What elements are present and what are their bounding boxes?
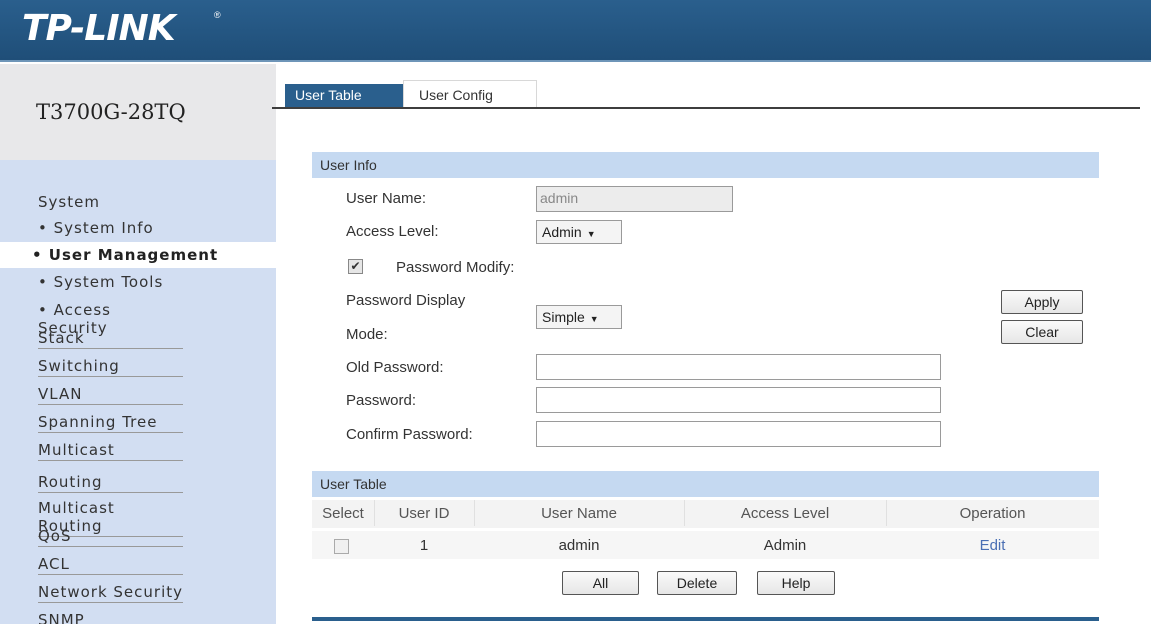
password-display-label-line1: Password Display xyxy=(346,292,466,309)
col-access-level: Access Level xyxy=(740,505,830,522)
user-info-header: User Info xyxy=(312,152,1099,178)
sidebar-item-routing[interactable]: Routing xyxy=(38,473,183,493)
dropdown-arrow-icon: ▼ xyxy=(586,229,596,239)
col-operation: Operation xyxy=(959,505,1026,522)
cell-user-id: 1 xyxy=(419,537,429,554)
col-user-id: User ID xyxy=(398,505,450,522)
dropdown-arrow-icon: ▼ xyxy=(589,314,599,324)
sidebar-item-stack[interactable]: Stack xyxy=(38,329,183,349)
sidebar-item-snmp[interactable]: SNMP xyxy=(38,611,183,624)
old-password-label: Old Password: xyxy=(346,359,444,376)
column-divider xyxy=(684,500,685,526)
col-user-name: User Name xyxy=(541,505,617,522)
access-level-select[interactable]: Admin ▼ xyxy=(536,220,622,244)
tab-user-config[interactable]: User Config xyxy=(403,80,537,108)
password-display-value: Simple xyxy=(542,309,585,325)
next-panel-divider xyxy=(312,617,1099,621)
sidebar-item-system[interactable]: System xyxy=(38,193,183,211)
access-level-value: Admin xyxy=(542,224,582,240)
col-select: Select xyxy=(322,505,364,522)
tp-link-logo: TP-LINK xyxy=(22,8,176,49)
cell-access-level: Admin xyxy=(763,537,807,554)
top-header: TP-LINK ® xyxy=(0,0,1151,62)
registered-mark: ® xyxy=(214,10,221,20)
select-all-button[interactable]: All xyxy=(562,571,639,595)
row-select-checkbox[interactable] xyxy=(334,539,349,554)
tab-underline xyxy=(272,107,1140,109)
confirm-password-input[interactable] xyxy=(536,421,941,447)
sidebar-item-acl[interactable]: ACL xyxy=(38,555,183,575)
sidebar-item-spanning-tree[interactable]: Spanning Tree xyxy=(38,413,183,433)
sidebar-item-system-info[interactable]: • System Info xyxy=(38,219,183,237)
sidebar-item-qos[interactable]: QoS xyxy=(38,527,183,547)
cell-user-name: admin xyxy=(558,537,600,554)
password-display-label-line2: Mode: xyxy=(346,326,388,343)
password-display-select[interactable]: Simple ▼ xyxy=(536,305,622,329)
access-level-label: Access Level: xyxy=(346,223,439,240)
model-bar: T3700G-28TQ xyxy=(0,64,276,160)
confirm-password-label: Confirm Password: xyxy=(346,426,473,443)
column-divider xyxy=(886,500,887,526)
user-name-input[interactable]: admin xyxy=(536,186,733,212)
password-label: Password: xyxy=(346,392,417,409)
old-password-input[interactable] xyxy=(536,354,941,380)
help-button[interactable]: Help xyxy=(757,571,835,595)
delete-button[interactable]: Delete xyxy=(657,571,737,595)
sidebar-item-vlan[interactable]: VLAN xyxy=(38,385,183,405)
sidebar-item-switching[interactable]: Switching xyxy=(38,357,183,377)
user-table-header: User Table xyxy=(312,471,1099,497)
user-name-label: User Name: xyxy=(346,190,427,207)
column-divider xyxy=(374,500,375,526)
column-divider xyxy=(474,500,475,526)
clear-button[interactable]: Clear xyxy=(1001,320,1083,344)
password-modify-label: Password Modify: xyxy=(396,259,515,276)
sidebar-item-multicast[interactable]: Multicast xyxy=(38,441,183,461)
tab-user-table[interactable]: User Table xyxy=(285,84,403,108)
password-input[interactable] xyxy=(536,387,941,413)
apply-button[interactable]: Apply xyxy=(1001,290,1083,314)
sidebar-item-system-tools[interactable]: • System Tools xyxy=(38,273,183,291)
edit-link[interactable]: Edit xyxy=(886,537,1099,554)
sidebar-item-network-security[interactable]: Network Security xyxy=(38,583,183,603)
password-modify-checkbox[interactable]: ✔ xyxy=(348,259,363,274)
device-model: T3700G-28TQ xyxy=(36,100,186,124)
sidebar-item-user-management[interactable]: • User Management xyxy=(32,246,218,264)
